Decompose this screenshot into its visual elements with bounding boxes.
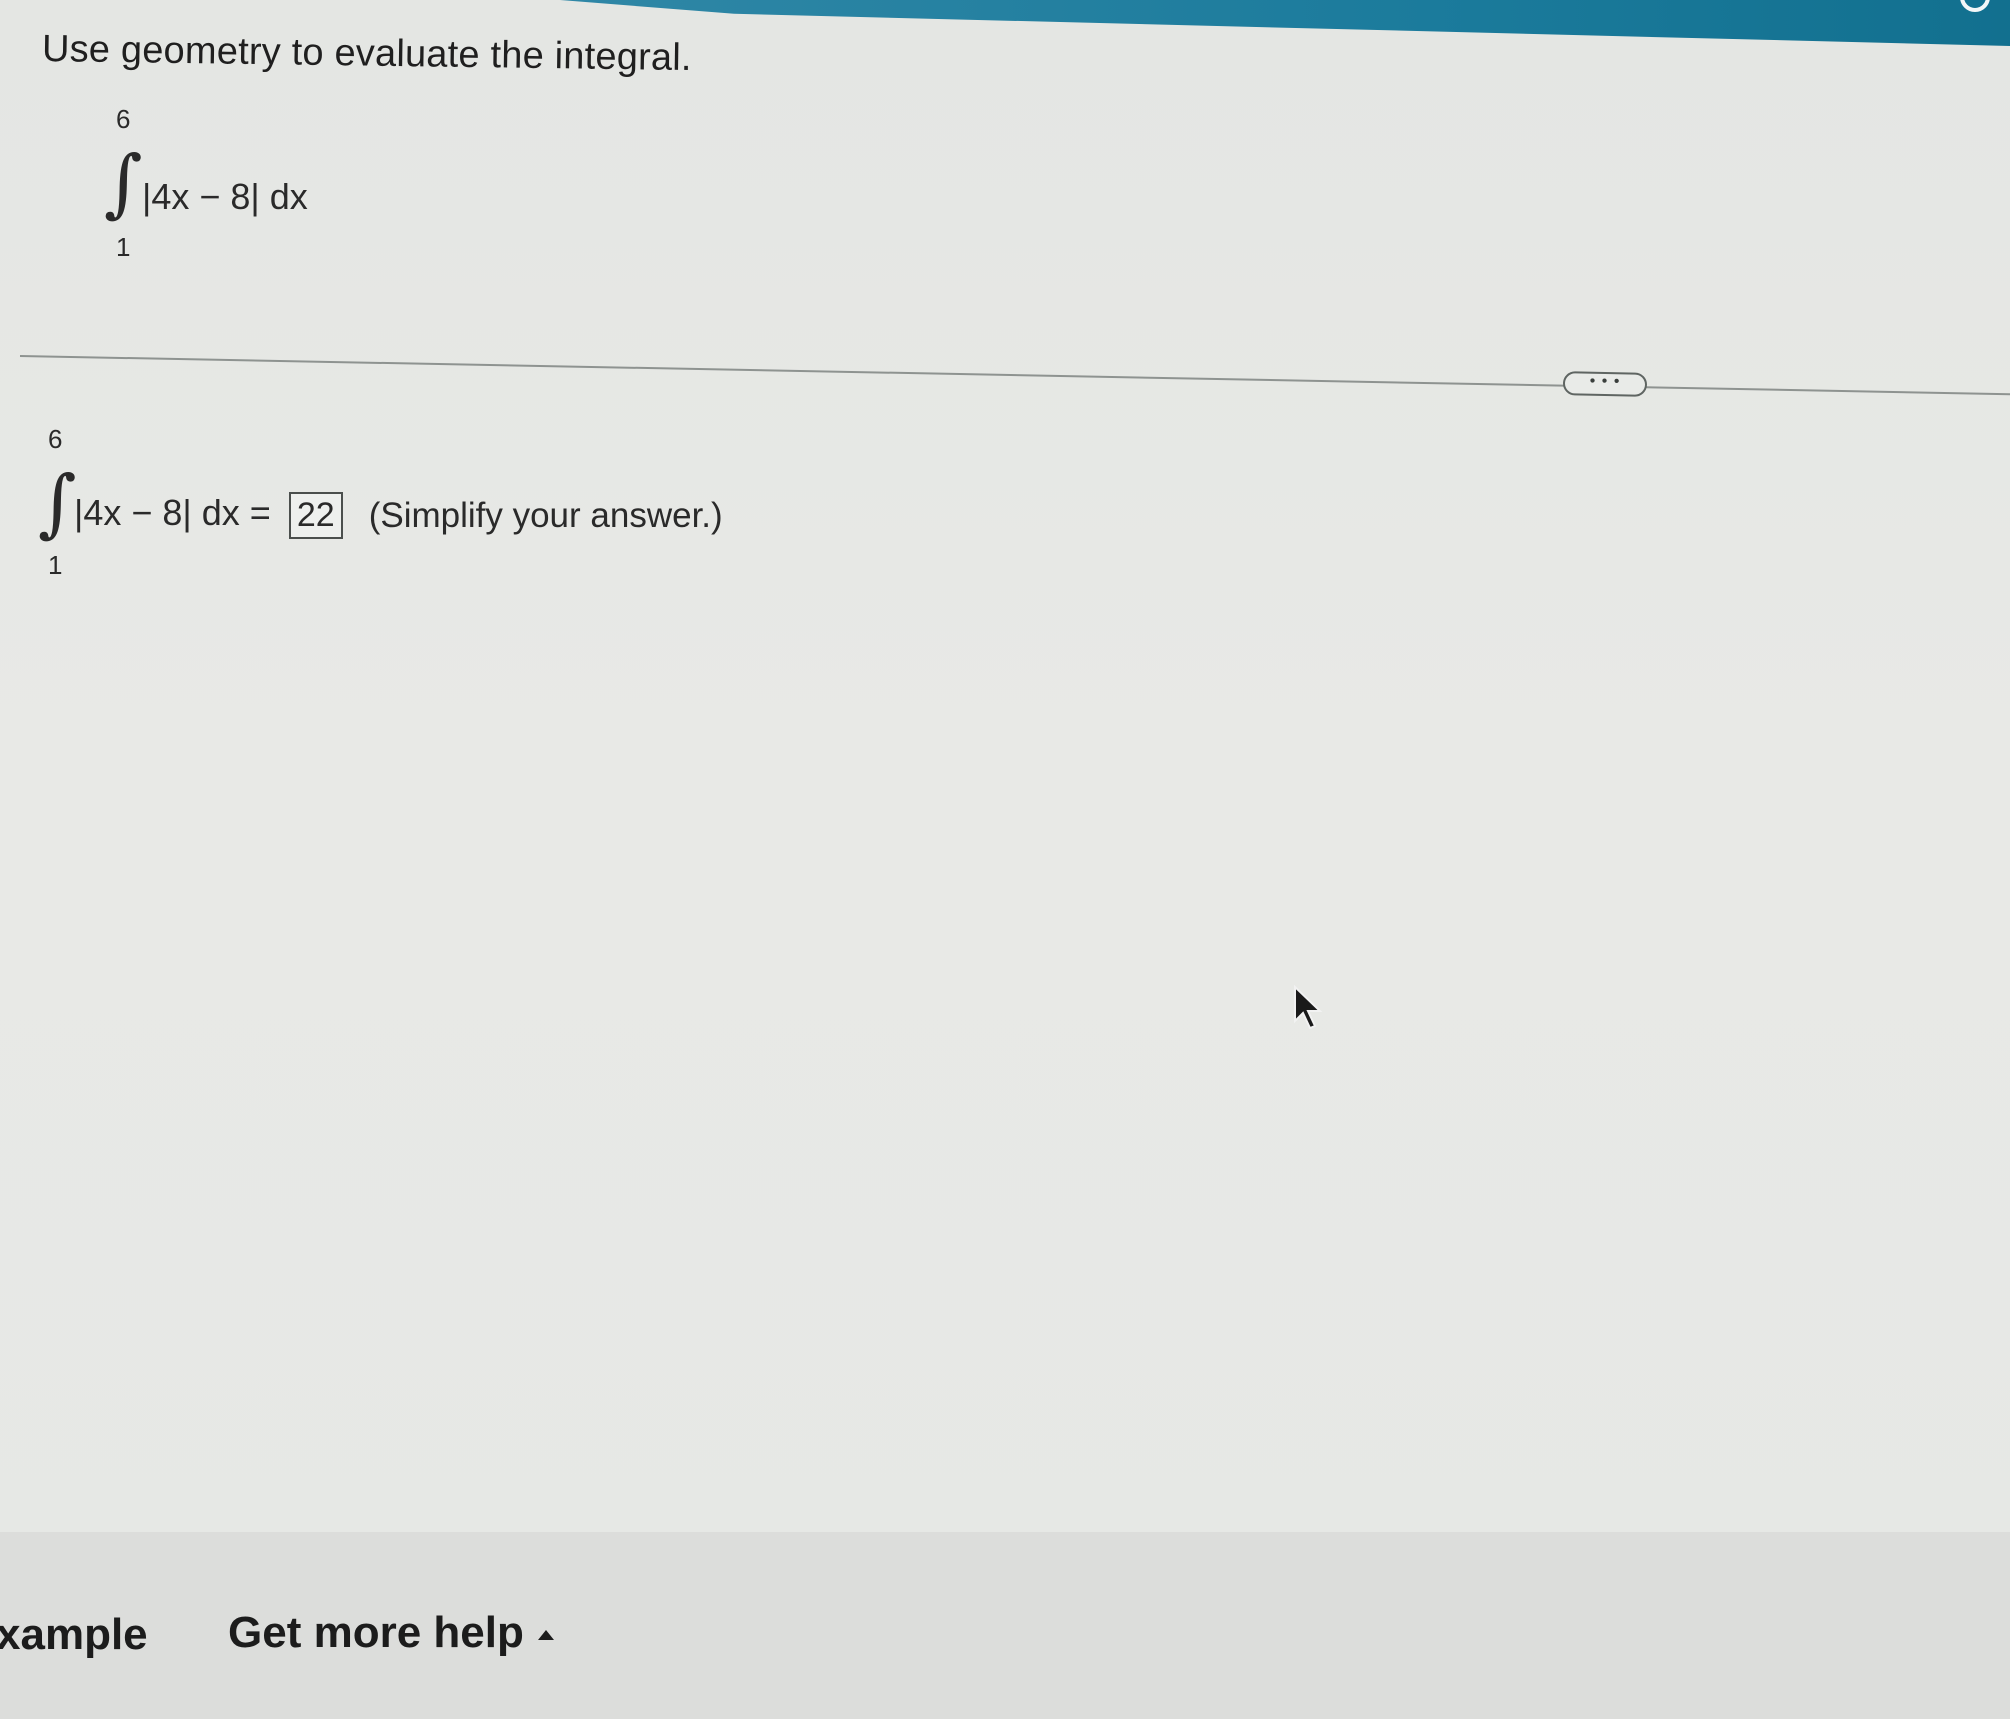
- question-prompt: Use geometry to evaluate the integral.: [41, 28, 692, 80]
- question-integral: 6 ∫ |4x − 8| dx 1: [100, 100, 360, 262]
- lower-limit: 1: [116, 232, 131, 262]
- integral-sign: ∫: [38, 460, 77, 546]
- more-options-button[interactable]: • • •: [1562, 371, 1648, 397]
- answer-input[interactable]: 22: [288, 492, 343, 539]
- mouse-pointer-icon: [1294, 985, 1323, 1030]
- caret-up-icon: [537, 1630, 554, 1641]
- answer-integral: 6 ∫ |4x − 8| dx = 22 (Simplify your answ…: [38, 420, 800, 580]
- question-page: Use geometry to evaluate the integral. 6…: [0, 0, 2010, 1719]
- get-more-help-label: Get more help: [228, 1608, 524, 1657]
- refresh-icon[interactable]: [1960, 0, 1990, 12]
- simplify-hint: (Simplify your answer.): [368, 495, 723, 535]
- upper-limit: 6: [48, 424, 63, 454]
- integrand: |4x − 8| dx =: [74, 492, 271, 534]
- integral-sign: ∫: [104, 140, 143, 226]
- footer-bar: xample Get more help: [0, 1532, 2010, 1719]
- example-button[interactable]: xample: [0, 1610, 148, 1660]
- upper-limit: 6: [116, 104, 131, 134]
- top-bar: [560, 0, 2010, 46]
- lower-limit: 1: [48, 550, 63, 580]
- answer-line: |4x − 8| dx = 22 (Simplify your answer.): [74, 492, 723, 539]
- section-divider: [19, 355, 2010, 396]
- integrand: |4x − 8| dx: [142, 176, 308, 217]
- get-more-help-button[interactable]: Get more help: [228, 1608, 554, 1658]
